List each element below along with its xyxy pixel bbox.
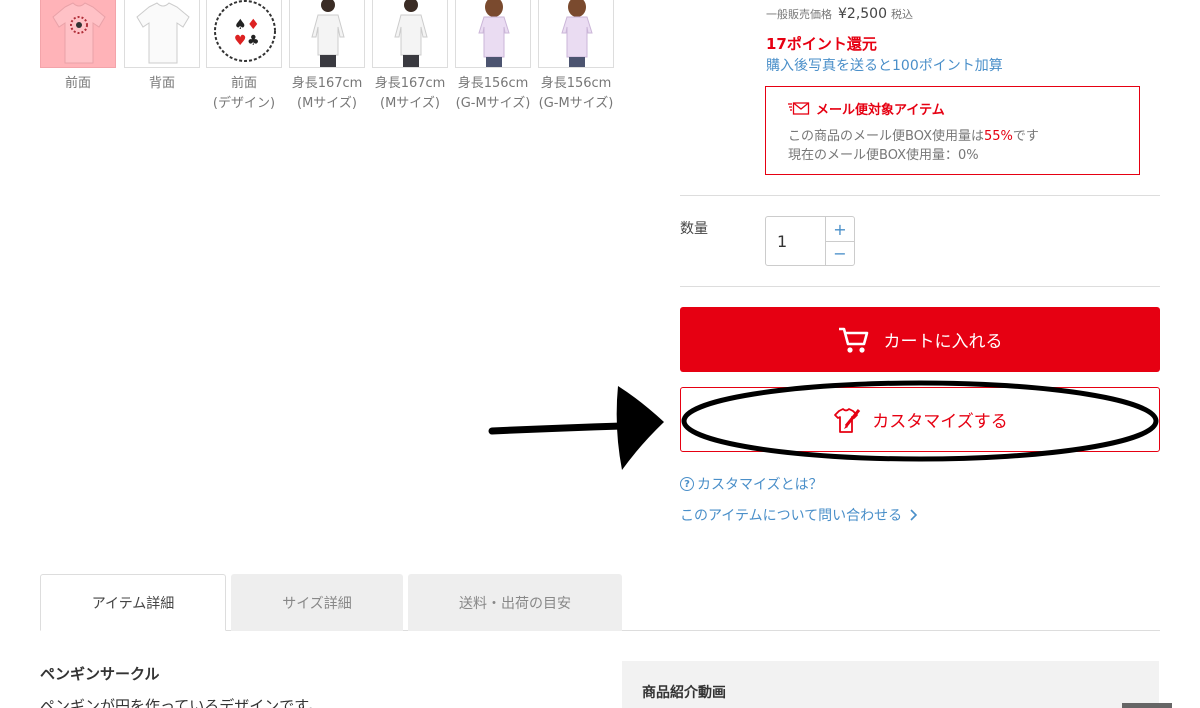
item-description: ペンギンが円を作っているデザインです。 [40, 697, 323, 708]
thumbnail-back[interactable]: 背面 [124, 0, 200, 94]
mailbox-usage-text: この商品のメール便BOX使用量は55%です [788, 125, 1039, 144]
tshirt-design-image [52, 2, 106, 64]
inquiry-label: このアイテムについて問い合わせる [680, 508, 903, 524]
mailbox-title: メール便対象アイテム [816, 103, 945, 118]
question-icon: ? [680, 477, 694, 491]
add-to-cart-button[interactable]: カートに入れる [680, 307, 1160, 372]
thumbnail-model-1[interactable]: 身長167cm (Mサイズ) [289, 0, 365, 114]
tab-size-details[interactable]: サイズ詳細 [231, 574, 403, 631]
svg-text:♠: ♠ [234, 17, 247, 33]
thumbnail-front[interactable]: 前面 [40, 0, 116, 94]
divider [680, 286, 1160, 287]
scroll-to-top-button[interactable] [1122, 703, 1172, 708]
cart-icon [838, 327, 868, 353]
thumbnail-image[interactable]: ♠ ♦ ♥ ♣ [206, 0, 282, 68]
thumbnail-image[interactable] [372, 0, 448, 68]
male-model-image [311, 0, 345, 67]
tab-item-details[interactable]: アイテム詳細 [40, 574, 226, 631]
thumbnail-caption: 背面 [148, 76, 175, 91]
customize-button[interactable]: カスタマイズする [680, 387, 1160, 452]
mail-icon [788, 101, 810, 115]
price-row: 一般販売価格 ¥2,500 税込 [766, 6, 913, 22]
inquiry-link[interactable]: このアイテムについて問い合わせる [680, 505, 918, 525]
thumbnail-image[interactable] [538, 0, 614, 68]
thumbnail-caption: 前面 (デザイン) [212, 76, 276, 111]
video-title: 商品紹介動画 [642, 685, 726, 701]
points-reward: 17ポイント還元 [766, 35, 877, 53]
mailbox-usage-suffix: です [1012, 129, 1039, 144]
mailbox-title-row: メール便対象アイテム [788, 99, 945, 118]
thumbnail-caption: 身長156cm (G-Mサイズ) [455, 76, 531, 111]
svg-text:♥: ♥ [234, 33, 247, 49]
item-title: ペンギンサークル [40, 665, 160, 683]
tax-label: 税込 [891, 8, 913, 21]
general-price-label: 一般販売価格 [766, 8, 832, 21]
thumbnail-image[interactable] [124, 0, 200, 68]
what-is-customize-link[interactable]: ? カスタマイズとは？ [680, 474, 823, 494]
thumbnail-design[interactable]: ♠ ♦ ♥ ♣ 前面 (デザイン) [206, 0, 282, 114]
thumbnail-caption: 前面 [64, 76, 91, 91]
tab-shipping[interactable]: 送料・出荷の目安 [408, 574, 622, 631]
male-model-image [394, 0, 428, 67]
quantity-stepper: + − [765, 216, 855, 266]
add-to-cart-label: カートに入れる [883, 332, 1003, 352]
thumbnail-model-2[interactable]: 身長167cm (Mサイズ) [372, 0, 448, 114]
thumbnail-gallery: 前面 背面 ♠ ♦ ♥ ♣ 前面 (デザイン) 身長167cm (Mサイズ) 身… [40, 0, 620, 142]
thumbnail-image[interactable] [40, 0, 116, 68]
plus-icon[interactable]: + [826, 217, 854, 241]
mailbox-usage-prefix: この商品のメール便BOX使用量は [788, 129, 984, 144]
customize-shirt-icon [834, 407, 861, 433]
minus-icon[interactable]: − [826, 241, 854, 265]
annotation-arrow-shaft [488, 422, 626, 435]
thumbnail-model-4[interactable]: 身長156cm (G-Mサイズ) [538, 0, 614, 114]
mailbox-info-box: メール便対象アイテム この商品のメール便BOX使用量は55%です 現在のメール便… [765, 86, 1140, 175]
card-suits-design-image: ♠ ♦ ♥ ♣ [214, 0, 276, 62]
annotation-arrow-head [616, 386, 664, 470]
mailbox-current-usage: 現在のメール便BOX使用量：0% [788, 148, 979, 163]
svg-text:♣: ♣ [247, 33, 260, 49]
tshirt-back-image [136, 2, 190, 64]
photo-bonus-link[interactable]: 購入後写真を送ると100ポイント加算 [766, 55, 1003, 75]
svg-text:♦: ♦ [247, 17, 260, 33]
product-video-panel: 商品紹介動画 [622, 661, 1159, 708]
price-value: ¥2,500 [838, 6, 887, 22]
mailbox-usage-percent: 55% [984, 129, 1013, 144]
thumbnail-image[interactable] [289, 0, 365, 68]
quantity-buttons: + − [825, 217, 854, 265]
thumbnail-image[interactable] [455, 0, 531, 68]
thumbnail-model-3[interactable]: 身長156cm (G-Mサイズ) [455, 0, 531, 114]
female-model-image [478, 0, 510, 67]
divider [680, 195, 1160, 196]
what-is-customize-label: カスタマイズとは？ [697, 477, 823, 493]
customize-label: カスタマイズする [872, 412, 1008, 432]
quantity-label: 数量 [680, 221, 708, 237]
thumbnail-caption: 身長156cm (G-Mサイズ) [538, 76, 614, 111]
chevron-right-icon [910, 509, 918, 521]
thumbnail-caption: 身長167cm (Mサイズ) [291, 76, 363, 111]
female-model-image [561, 0, 593, 67]
thumbnail-caption: 身長167cm (Mサイズ) [374, 76, 446, 111]
quantity-input[interactable] [766, 217, 825, 265]
